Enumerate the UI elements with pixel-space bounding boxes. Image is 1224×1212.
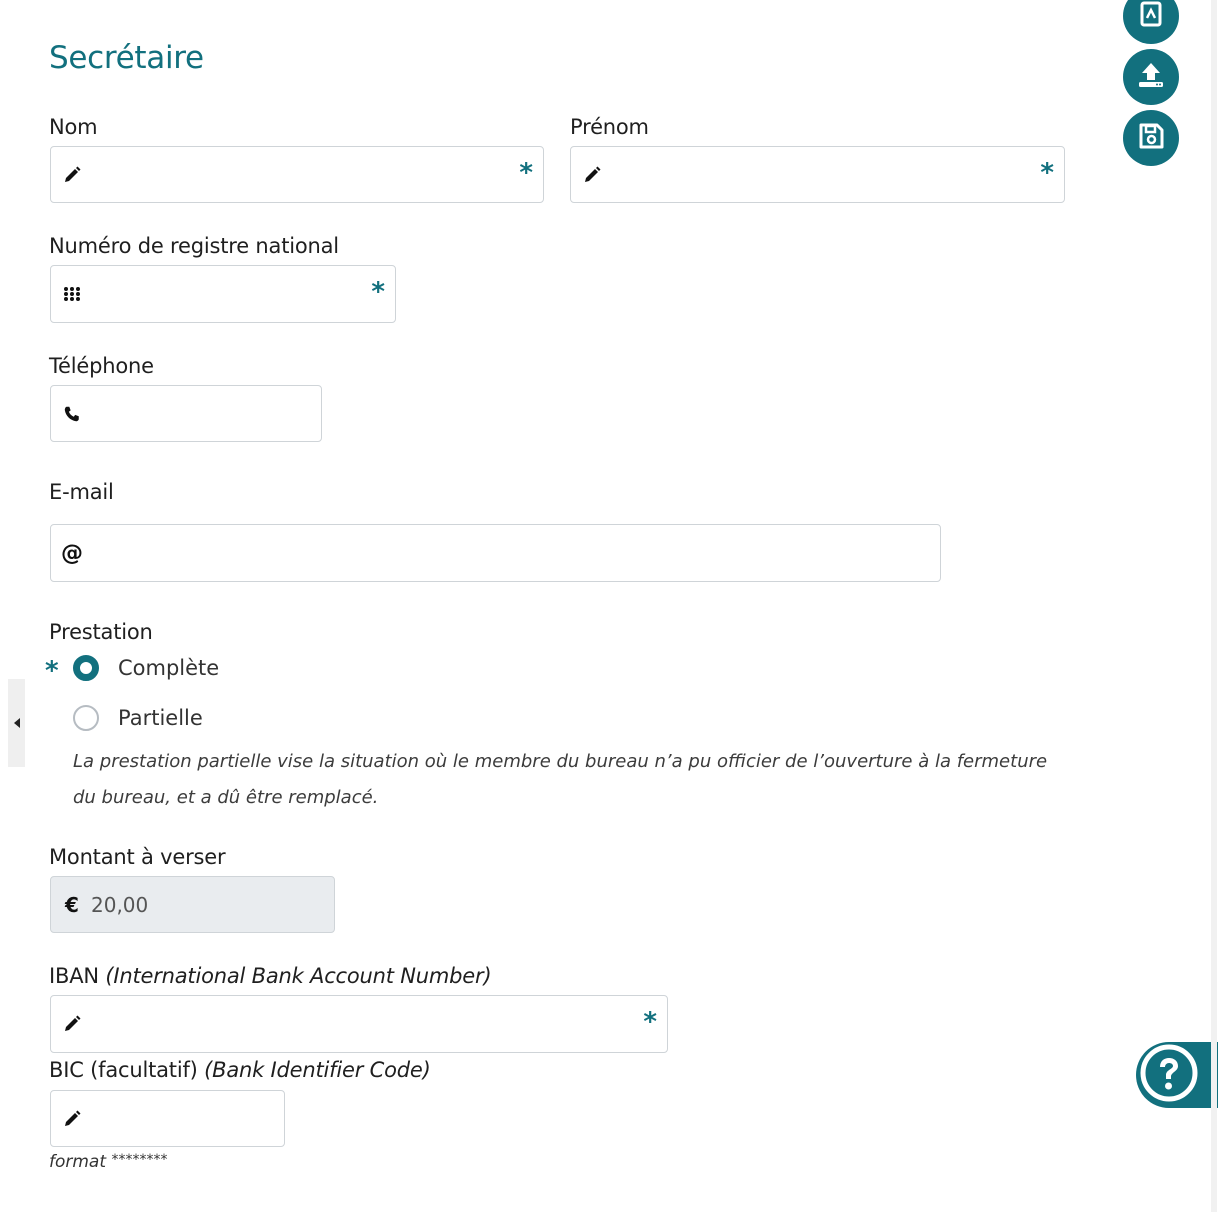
- radio-label: Partielle: [118, 706, 203, 730]
- iban-input[interactable]: [89, 996, 627, 1052]
- pencil-icon: [582, 165, 602, 185]
- bic-label: BIC (facultatif) (Bank Identifier Code): [49, 1058, 431, 1082]
- bic-input[interactable]: [89, 1091, 244, 1146]
- sidebar-toggle[interactable]: [8, 679, 25, 767]
- iban-label-text: IBAN: [49, 964, 99, 988]
- email-label: E-mail: [49, 480, 114, 504]
- required-asterisk: *: [45, 656, 59, 686]
- prenom-field[interactable]: *: [570, 146, 1065, 203]
- bic-label-subtitle: (Bank Identifier Code): [204, 1058, 431, 1082]
- prestation-note: La prestation partielle vise la situatio…: [73, 751, 1048, 808]
- radio-complete[interactable]: Complète: [73, 655, 219, 681]
- pencil-icon: [62, 165, 82, 185]
- keypad-icon: [62, 284, 82, 304]
- required-asterisk: *: [371, 276, 385, 307]
- prenom-label: Prénom: [570, 115, 649, 139]
- bic-format-mask: ********: [111, 1152, 168, 1168]
- email-field[interactable]: @: [50, 524, 941, 582]
- pencil-icon: [62, 1014, 82, 1034]
- required-asterisk: *: [1040, 157, 1054, 188]
- caret-left-icon: [13, 714, 21, 733]
- registre-label: Numéro de registre national: [49, 234, 339, 258]
- radio-label: Complète: [118, 656, 220, 680]
- scrollbar-track[interactable]: [1211, 0, 1217, 1212]
- pdf-icon: [1137, 0, 1165, 32]
- telephone-input[interactable]: [89, 386, 281, 441]
- iban-label: IBAN (International Bank Account Number): [49, 964, 492, 988]
- registre-input[interactable]: [89, 266, 355, 322]
- upload-button[interactable]: [1123, 49, 1179, 105]
- pdf-button[interactable]: [1123, 0, 1179, 44]
- at-icon: @: [61, 540, 83, 566]
- bic-format-hint: format ********: [49, 1152, 167, 1172]
- required-asterisk: *: [643, 1006, 657, 1037]
- registre-field[interactable]: *: [50, 265, 396, 323]
- montant-label: Montant à verser: [49, 845, 226, 869]
- nom-input[interactable]: [89, 147, 503, 202]
- save-icon: [1136, 121, 1166, 155]
- help-icon: [1138, 1042, 1200, 1108]
- pencil-icon: [62, 1109, 82, 1129]
- phone-icon: [62, 404, 82, 424]
- montant-input: [89, 877, 294, 932]
- nom-field[interactable]: *: [50, 146, 544, 203]
- prestation-label: Prestation: [49, 620, 153, 644]
- radio-button[interactable]: [73, 705, 99, 731]
- section-title: Secrétaire: [49, 40, 204, 76]
- montant-field: €: [50, 876, 335, 933]
- telephone-field[interactable]: [50, 385, 322, 442]
- email-input[interactable]: [89, 525, 900, 581]
- iban-field[interactable]: *: [50, 995, 668, 1053]
- prenom-input[interactable]: [609, 147, 1024, 202]
- upload-icon: [1135, 59, 1167, 95]
- help-button[interactable]: [1136, 1042, 1218, 1108]
- radio-button-checked[interactable]: [73, 655, 99, 681]
- bic-field[interactable]: [50, 1090, 285, 1147]
- euro-icon: €: [65, 892, 79, 917]
- required-asterisk: *: [519, 157, 533, 188]
- telephone-label: Téléphone: [49, 354, 154, 378]
- radio-partielle[interactable]: Partielle: [73, 705, 203, 731]
- nom-label: Nom: [49, 115, 98, 139]
- bic-label-text: BIC (facultatif): [49, 1058, 198, 1082]
- bic-format-word: format: [49, 1152, 107, 1172]
- iban-label-subtitle: (International Bank Account Number): [105, 964, 492, 988]
- save-button[interactable]: [1123, 110, 1179, 166]
